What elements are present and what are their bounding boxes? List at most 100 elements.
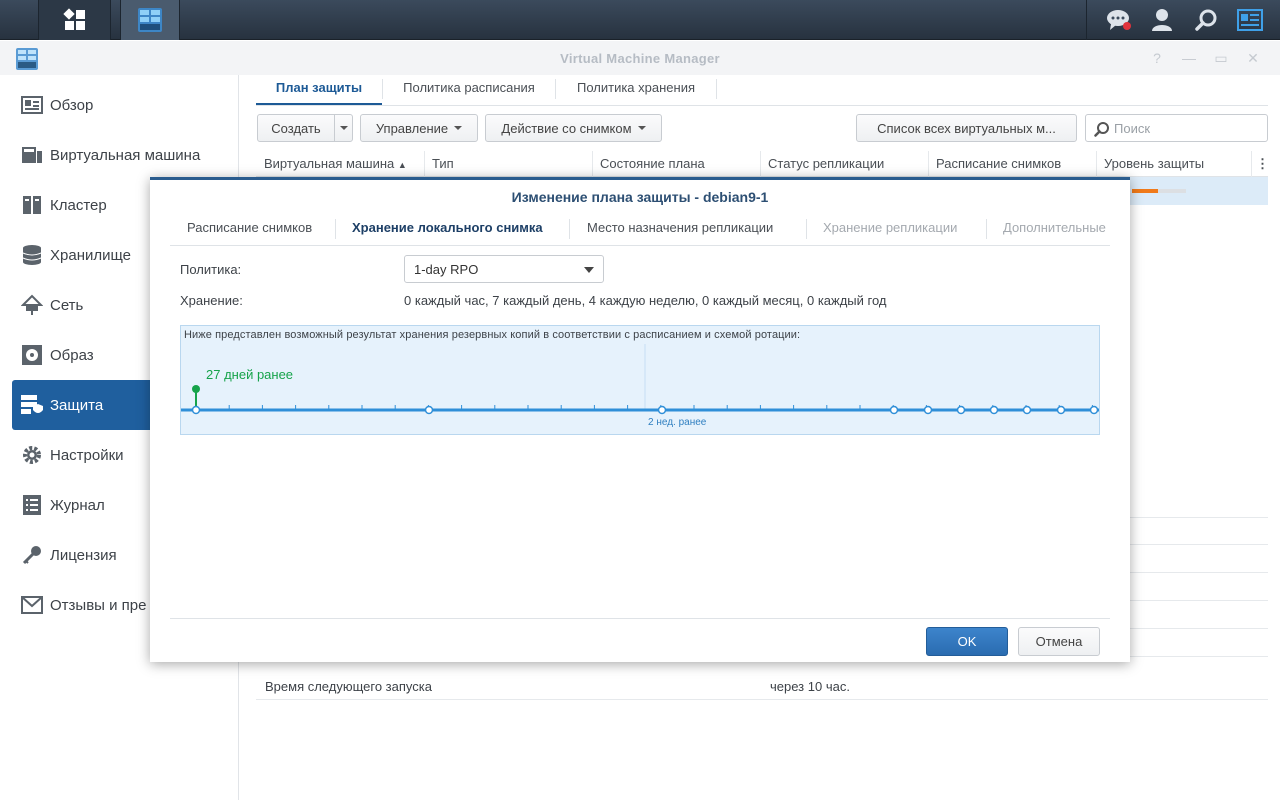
sidebar-item-label: Лицензия: [50, 546, 117, 564]
notifications-button[interactable]: [1097, 0, 1141, 40]
table-header: Виртуальная машина ▲ Тип Состояние плана…: [256, 151, 1269, 177]
tab-retention-policy[interactable]: Политика хранения: [556, 75, 716, 105]
column-header-type[interactable]: Тип: [432, 156, 454, 171]
manage-label: Управление: [375, 120, 449, 136]
minimize-icon: —: [1182, 50, 1196, 66]
snapshot-point: [657, 405, 667, 415]
snapshot-point: [191, 405, 201, 415]
search-icon: [1195, 9, 1217, 31]
snapshot-point: [889, 405, 899, 415]
chevron-down-icon: [584, 267, 594, 273]
snapshot-point: [1022, 405, 1032, 415]
column-header-vm[interactable]: Виртуальная машина ▲: [264, 156, 407, 171]
search-field[interactable]: [1085, 114, 1268, 142]
retention-timeline: Ниже представлен возможный результат хра…: [180, 325, 1100, 435]
close-icon: ✕: [1247, 50, 1259, 66]
timeline-marker-label: 27 дней ранее: [206, 367, 293, 382]
vmm-taskbar-button[interactable]: [120, 0, 180, 40]
dialog-tabs: Расписание снимков Хранение локального с…: [170, 213, 1110, 246]
policy-selected-value: 1-day RPO: [414, 262, 479, 277]
snapshot-point: [1089, 405, 1099, 415]
chevron-down-icon: [454, 126, 463, 130]
retention-value: 0 каждый час, 7 каждый день, 4 каждую не…: [404, 293, 887, 308]
timeline-mid-label: 2 нед. ранее: [648, 417, 707, 428]
search-button[interactable]: [1184, 0, 1228, 40]
chat-bubble-icon: [1107, 10, 1131, 30]
widgets-button[interactable]: [1228, 0, 1272, 40]
sidebar-item-label: Кластер: [50, 196, 107, 214]
minimize-button[interactable]: —: [1180, 49, 1198, 67]
tab-replication-destination[interactable]: Место назначения репликации: [587, 213, 773, 245]
next-run-value: через 10 час.: [770, 679, 850, 694]
snapshot-point: [424, 405, 434, 415]
window-title: Virtual Machine Manager: [560, 51, 720, 66]
sidebar-item-label: Образ: [50, 346, 94, 364]
manage-button[interactable]: Управление: [360, 114, 478, 142]
sidebar-item-label: Сеть: [50, 296, 84, 314]
ok-button[interactable]: OK: [926, 627, 1008, 656]
snapshot-point: [923, 405, 933, 415]
column-label: Виртуальная машина: [264, 156, 395, 171]
overview-icon: [20, 93, 44, 117]
tab-replication-retention[interactable]: Хранение репликации: [823, 213, 957, 245]
main-menu-icon: [62, 8, 85, 30]
snapshot-point: [989, 405, 999, 415]
policy-select[interactable]: 1-day RPO: [404, 255, 604, 283]
create-button[interactable]: Создать: [257, 114, 335, 142]
search-input[interactable]: [1114, 121, 1262, 136]
close-button[interactable]: ✕: [1244, 49, 1262, 67]
snapshot-action-button[interactable]: Действие со снимком: [485, 114, 662, 142]
column-header-snapshot-schedule[interactable]: Расписание снимков: [936, 156, 1061, 171]
detail-row-next-run: Время следующего запуска через 10 час.: [256, 672, 1268, 700]
log-icon: [20, 493, 44, 517]
user-button[interactable]: [1140, 0, 1184, 40]
tab-snapshot-schedule[interactable]: Расписание снимков: [187, 213, 312, 245]
protection-level-bar: [1132, 189, 1186, 193]
policy-label: Политика:: [180, 262, 242, 277]
column-header-plan-state[interactable]: Состояние плана: [600, 156, 705, 171]
image-disc-icon: [20, 343, 44, 367]
tab-schedule-policy[interactable]: Политика расписания: [383, 75, 555, 105]
widgets-icon: [1237, 9, 1263, 31]
mail-icon: [20, 593, 44, 617]
next-run-label: Время следующего запуска: [265, 679, 432, 694]
key-icon: [20, 543, 44, 567]
help-icon: ?: [1153, 50, 1161, 66]
gear-icon: [20, 443, 44, 467]
maximize-button[interactable]: ▭: [1212, 49, 1230, 67]
all-vms-button[interactable]: Список всех виртуальных м...: [856, 114, 1077, 142]
taskbar: [0, 0, 1280, 40]
sidebar-item-label: Отзывы и пре: [50, 596, 147, 614]
snapshot-action-label: Действие со снимком: [501, 120, 632, 136]
sidebar-item-label: Журнал: [50, 496, 105, 514]
column-header-protection-level[interactable]: Уровень защиты: [1104, 156, 1204, 171]
sort-asc-icon: ▲: [397, 160, 407, 170]
snapshot-point: [956, 405, 966, 415]
help-button[interactable]: ?: [1148, 49, 1166, 67]
create-dropdown-button[interactable]: [334, 114, 353, 142]
protection-icon: [20, 393, 44, 417]
sidebar-item-label: Обзор: [50, 96, 94, 114]
sidebar-item-virtual-machine[interactable]: Виртуальная машина: [12, 130, 239, 180]
retention-label: Хранение:: [180, 293, 243, 308]
tab-protection-plan[interactable]: План защиты: [256, 75, 382, 105]
search-icon: [1094, 122, 1109, 137]
maximize-icon: ▭: [1214, 50, 1228, 66]
chevron-down-icon: [637, 126, 646, 130]
main-tabs: План защиты Политика расписания Политика…: [256, 75, 1268, 106]
column-header-replication-status[interactable]: Статус репликации: [768, 156, 884, 171]
tab-local-snapshot-retention[interactable]: Хранение локального снимка: [352, 213, 543, 245]
sidebar-item-overview[interactable]: Обзор: [12, 80, 239, 130]
sidebar-item-label: Настройки: [50, 446, 124, 464]
sidebar-item-label: Защита: [50, 396, 104, 414]
user-icon: [1152, 9, 1172, 31]
main-menu-button[interactable]: [38, 0, 111, 40]
tab-advanced[interactable]: Дополнительные: [1003, 213, 1106, 245]
window-titlebar: Virtual Machine Manager ? — ▭ ✕: [0, 41, 1280, 75]
cancel-button[interactable]: Отмена: [1018, 627, 1100, 656]
column-options-icon[interactable]: ⋮: [1256, 156, 1269, 172]
snapshot-point: [1056, 405, 1066, 415]
timeline-marker-dot: [192, 385, 200, 393]
network-icon: [20, 293, 44, 317]
cluster-icon: [20, 193, 44, 217]
